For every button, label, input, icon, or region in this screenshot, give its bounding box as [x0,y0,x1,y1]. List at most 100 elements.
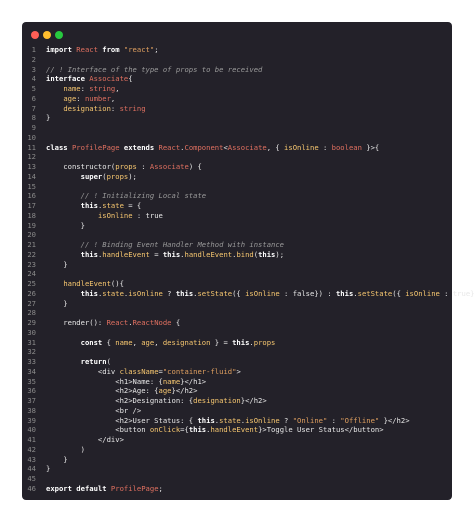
line-number: 6 [31,93,36,103]
line-number: 20 [27,230,36,240]
code-line: 33 return( [22,357,452,367]
code-line: 23 } [22,260,452,270]
line-number: 43 [27,454,36,464]
code-line: 20 [22,230,452,240]
code-line: 45 [22,474,452,484]
code-line: 34 <div className="container-fluid"> [22,367,452,377]
code-text: // ! Binding Event Handler Method with i… [46,240,284,249]
code-text: return( [80,357,111,366]
line-number: 1 [31,45,36,54]
code-line: 6 age: number, [22,94,452,104]
code-text: age: number, [63,93,116,103]
code-text: <h2>User Status: { this.state.isOnline ?… [46,415,410,425]
line-number: 30 [27,327,36,337]
code-text: <h2>Designation: {designation}</h2> [46,396,267,405]
code-text: const { name, age, designation } = this.… [80,337,276,347]
code-editor: 1 import React from "react"; 2 3 // ! Interf… [22,45,474,494]
code-line: 13 constructor(props : Associate) { [22,162,452,172]
code-text: isOnline : true [97,210,163,220]
line-number: 14 [27,171,36,181]
line-number: 11 [27,142,36,152]
code-line: 4 interface Associate{ [22,74,452,84]
code-text: name: string, [63,84,120,93]
code-line: 32 [22,347,452,357]
code-text: } [46,298,68,308]
code-text: ) [46,444,85,454]
line-number: 36 [27,386,36,396]
line-number: 31 [27,337,36,347]
line-number: 8 [31,113,36,123]
code-line: 1 import React from "react"; [22,45,452,55]
line-number: 18 [27,210,36,220]
line-number: 23 [27,259,36,269]
code-line: 17 this.state = { [22,201,452,211]
code-line: 31 const { name, age, designation } = th… [22,338,452,348]
line-number: 26 [27,288,36,298]
code-line: 12 [22,152,452,162]
code-line: 40 <button onClick={this.handleEvent}>To… [22,425,452,435]
line-number: 10 [27,132,36,142]
code-text: // ! Initializing Local state [46,191,207,201]
line-number: 29 [27,318,36,327]
code-line: 36 <h2>Age: {age}</h2> [22,386,452,396]
line-number: 5 [31,84,36,93]
line-number: 13 [27,162,36,171]
code-text: this.handleEvent = this.handleEvent.bind… [80,249,285,259]
minimize-button[interactable] [43,31,51,39]
line-number: 35 [27,376,36,386]
code-text: <h1>Name: {name}</h1> [46,376,207,386]
code-line: 25 handleEvent(){ [22,279,452,289]
line-number: 12 [27,152,36,162]
line-number: 37 [27,396,36,405]
line-number: 17 [27,201,36,210]
code-text: render(): React.ReactNode { [46,318,181,327]
code-line: 26 this.state.isOnline ? this.setState({… [22,288,474,299]
code-line: 15 [22,182,452,192]
code-text: import React from "react"; [46,45,159,54]
line-number: 38 [27,405,36,415]
code-line: 2 [22,55,452,65]
line-number: 9 [31,123,36,132]
code-line: 46 export default ProfilePage; [22,484,452,494]
line-number: 45 [27,474,36,483]
code-line: 37 <h2>Designation: {designation}</h2> [22,396,452,406]
line-number: 4 [31,74,36,84]
code-text: handleEvent(){ [63,279,124,288]
code-line: 39 <h2>User Status: { this.state.isOnlin… [22,416,452,426]
close-button[interactable] [31,31,39,39]
code-line: 35 <h1>Name: {name}</h1> [22,377,452,387]
line-number: 41 [27,435,36,444]
code-line: 24 [22,269,452,279]
line-number: 25 [27,279,36,288]
line-number: 3 [31,64,36,74]
line-number: 15 [27,181,36,191]
line-number: 21 [27,240,36,249]
code-line: 30 [22,328,452,338]
line-number: 46 [27,483,36,493]
code-line: 21 // ! Binding Event Handler Method wit… [22,240,452,250]
line-number: 42 [27,444,36,454]
code-text: } [46,113,51,123]
code-text: export default ProfilePage; [46,483,163,493]
line-number: 39 [27,415,36,425]
code-line: 14 super(props); [22,172,452,182]
code-text: <br /> [46,405,142,415]
code-line: 3 // ! Interface of the type of props to … [22,65,452,75]
maximize-button[interactable] [55,31,63,39]
line-number: 33 [27,357,36,366]
window-titlebar [22,22,452,46]
code-line: 29 render(): React.ReactNode { [22,318,452,328]
code-line: 27 } [22,299,452,309]
code-text: interface Associate{ [46,74,133,84]
line-number: 28 [27,308,36,318]
code-text: <h2>Age: {age}</h2> [46,386,198,396]
code-text: this.state.isOnline ? this.setState({ is… [80,288,474,298]
code-text: constructor(props : Associate) { [46,162,202,171]
line-number: 32 [27,347,36,357]
line-number: 40 [27,425,36,435]
code-text: <div className="container-fluid"> [46,366,241,376]
code-line: 16 // ! Initializing Local state [22,191,452,201]
line-number: 27 [27,298,36,308]
code-text: </div> [46,435,124,444]
code-line: 44} [22,464,452,474]
